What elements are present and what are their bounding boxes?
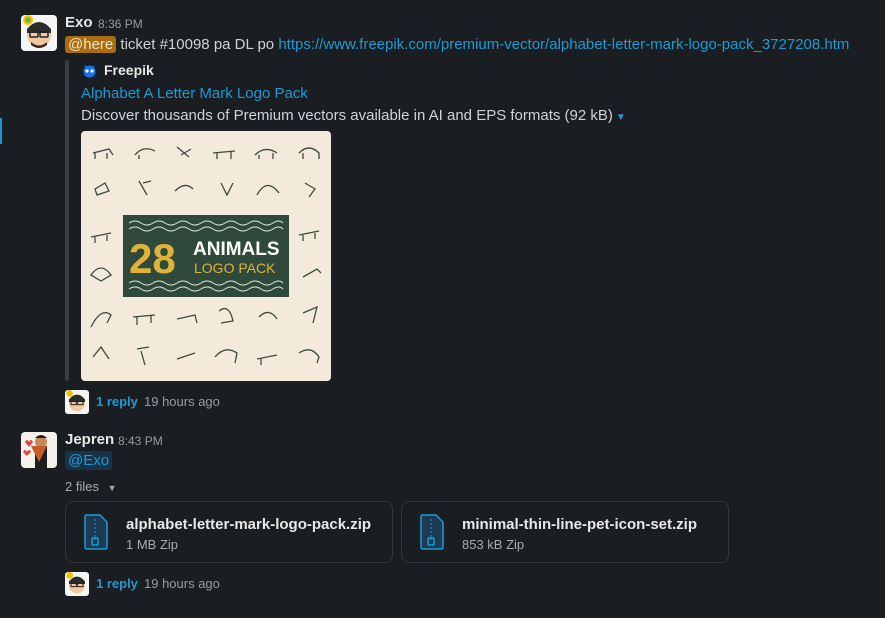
reply-avatar — [65, 572, 89, 596]
caret-down-icon: ▼ — [107, 483, 117, 493]
files-toggle[interactable]: 2 files ▼ — [65, 479, 117, 494]
author-name[interactable]: Jepren — [65, 431, 114, 448]
file-meta: 853 kB Zip — [462, 537, 525, 552]
files-toggle-label: 2 files — [65, 479, 99, 494]
file-card[interactable]: alphabet-letter-mark-logo-pack.zip 1 MB … — [65, 501, 393, 563]
user-mention[interactable]: @Exo — [65, 451, 113, 470]
file-name: minimal-thin-line-pet-icon-set.zip — [462, 516, 697, 533]
message-jepren: Jepren 8:43 PM @Exo 2 files ▼ alphabet-l… — [0, 0, 885, 618]
message-text: @Exo — [65, 451, 113, 470]
file-name: alphabet-letter-mark-logo-pack.zip — [126, 516, 372, 533]
last-reply-time: 19 hours ago — [144, 576, 220, 591]
avatar[interactable] — [21, 432, 57, 468]
reply-count-link[interactable]: 1 reply — [96, 576, 138, 591]
message-timestamp[interactable]: 8:43 PM — [118, 434, 163, 448]
zip-file-icon — [420, 514, 444, 550]
file-card[interactable]: minimal-thin-line-pet-icon-set.zip 853 k… — [401, 501, 729, 563]
zip-file-icon — [84, 514, 108, 550]
thread-replies[interactable]: 1 reply 19 hours ago — [65, 572, 235, 596]
file-meta: 1 MB Zip — [126, 537, 179, 552]
